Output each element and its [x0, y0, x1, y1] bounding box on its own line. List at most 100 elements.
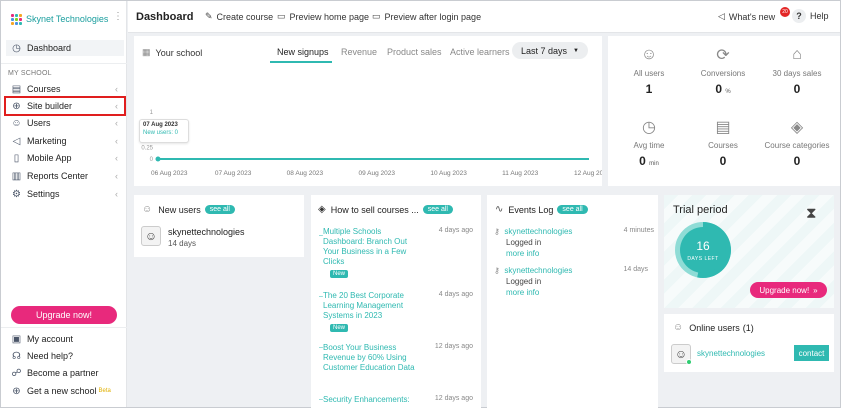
sidebar-item-reports-center[interactable]: ▥ Reports Center ‹ — [6, 168, 124, 184]
stat-avg-time[interactable]: ◷ Avg time 0 min — [614, 116, 684, 168]
upgrade-button[interactable]: Upgrade now! — [11, 306, 117, 324]
stat-label: Conversions — [700, 69, 746, 78]
preview-login-button[interactable]: ▭ Preview after login page — [372, 11, 481, 22]
button-label: What's new — [728, 11, 776, 22]
your-school-card: ▦ Your school New signups Revenue Produc… — [134, 36, 602, 186]
shopping-bag-icon: ⌂ — [792, 46, 802, 63]
stat-all-users[interactable]: ☺ All users 1 — [614, 44, 684, 96]
user-icon: ☺ — [11, 117, 22, 129]
sidebar-item-new-school[interactable]: ⊕ Get a new school Beta — [6, 383, 124, 399]
stat-label: 30 days sales — [772, 69, 822, 78]
clock-icon: ◷ — [642, 119, 656, 136]
key-icon: ⚷ — [494, 227, 500, 236]
stat-label: Avg time — [633, 141, 665, 150]
sidebar-item-need-help[interactable]: ☊ Need help? — [6, 348, 124, 364]
card-title: How to sell courses ... — [330, 204, 419, 215]
list-item[interactable]: Security Enhancements: 12 days ago — [323, 395, 473, 405]
trial-period-card: Trial period ⧗ 16 DAYS LEFT Upgrade now!… — [664, 195, 834, 308]
sidebar-item-dashboard[interactable]: ◷ Dashboard — [6, 40, 124, 56]
sidebar-item-label: Mobile App — [27, 153, 72, 163]
more-info-link[interactable]: more info — [506, 249, 654, 258]
sidebar-item-label: My account — [27, 334, 74, 344]
brand[interactable]: Skynet Technologies — [11, 12, 108, 26]
stat-courses[interactable]: ▤ Courses 0 — [688, 116, 758, 168]
card-header: ☺ Online users (1) — [673, 322, 754, 333]
tag-icon: ◈ — [790, 119, 804, 136]
more-vertical-icon[interactable]: ⋮ — [113, 11, 123, 22]
list-item[interactable]: Multiple Schools Dashboard: Branch Out Y… — [323, 227, 473, 278]
see-all-button[interactable]: see all — [422, 205, 453, 214]
double-chevron-right-icon: » — [813, 285, 818, 295]
card-title: Online users — [689, 322, 740, 333]
sidebar-item-label: Need help? — [27, 351, 74, 361]
list-item[interactable]: The 20 Best Corporate Learning Managemen… — [323, 291, 473, 332]
sidebar-item-label: Become a partner — [27, 368, 99, 378]
sidebar-item-label: Users — [27, 118, 51, 128]
sidebar-item-label: Dashboard — [27, 43, 72, 53]
article-link[interactable]: Boost Your Business Revenue by 60% Using… — [323, 343, 418, 373]
more-info-link[interactable]: more info — [506, 288, 654, 297]
topbar: Dashboard ✎ Create course ▭ Preview home… — [128, 1, 840, 33]
sidebar-item-become-partner[interactable]: ☍ Become a partner — [6, 365, 124, 381]
online-user-link[interactable]: skynettechnologies — [697, 349, 765, 358]
card-title: Trial period — [673, 204, 728, 216]
create-course-button[interactable]: ✎ Create course — [205, 11, 273, 22]
brand-name: Skynet Technologies — [26, 14, 109, 24]
sidebar-item-label: Reports Center — [27, 171, 89, 181]
course-list-icon: ▤ — [715, 119, 731, 136]
user-icon: ☺ — [673, 322, 684, 333]
sidebar-item-users[interactable]: ☺ Users ‹ — [6, 115, 124, 131]
tooltip-date: 07 Aug 2023 — [143, 122, 178, 128]
gear-icon: ⚙ — [12, 188, 21, 200]
event-user-link[interactable]: skynettechnologies — [504, 266, 572, 275]
contact-button[interactable]: contact — [794, 345, 829, 361]
y-tick-label: 0 — [150, 157, 154, 163]
stat-course-categories[interactable]: ◈ Course categories 0 — [762, 116, 832, 168]
chart-tooltip: 07 Aug 2023 New users: 0 — [139, 119, 189, 143]
list-item[interactable]: Boost Your Business Revenue by 60% Using… — [323, 343, 473, 373]
whats-new-button[interactable]: ◁ What's new — [718, 11, 775, 22]
days-left-value: 16 — [696, 239, 710, 253]
event-action: Logged in — [506, 277, 542, 286]
divider — [1, 63, 127, 64]
plus-circle-icon: ⊕ — [12, 385, 21, 397]
stat-value: 1 — [645, 82, 653, 96]
sidebar: Skynet Technologies ⋮ ◷ Dashboard MY SCH… — [1, 1, 127, 407]
y-tick-label: 0.25 — [141, 145, 153, 151]
avatar: ☺ — [141, 226, 161, 246]
article-link[interactable]: The 20 Best Corporate Learning Managemen… — [323, 291, 418, 321]
upgrade-button[interactable]: Upgrade now! » — [750, 282, 827, 298]
days-left-label: DAYS LEFT — [687, 256, 719, 262]
sidebar-item-marketing[interactable]: ◁ Marketing ‹ — [6, 133, 124, 149]
stat-conversions[interactable]: ⟳ Conversions 0 % — [688, 44, 758, 96]
stat-30-days-sales[interactable]: ⌂ 30 days sales 0 — [762, 44, 832, 96]
edit-icon: ✎ — [205, 11, 213, 21]
help-button[interactable]: ? Help — [792, 9, 829, 23]
chevron-left-icon: ‹ — [115, 101, 118, 111]
card-header: ◈ How to sell courses ... see all — [318, 204, 453, 215]
sidebar-item-site-builder[interactable]: ⊕ Site builder ‹ — [4, 96, 126, 116]
button-label: Create course — [216, 11, 274, 22]
see-all-button[interactable]: see all — [204, 205, 235, 214]
card-header: ☺ New users see all — [142, 204, 235, 215]
article-link[interactable]: Security Enhancements: — [323, 395, 418, 405]
sidebar-item-my-account[interactable]: ▣ My account — [6, 331, 124, 347]
event-user-link[interactable]: skynettechnologies — [504, 227, 572, 236]
article-age: 4 days ago — [438, 291, 473, 298]
sidebar-item-mobile-app[interactable]: ▯ Mobile App ‹ — [6, 150, 124, 166]
courses-icon: ▤ — [11, 83, 22, 95]
new-users-card: ☺ New users see all ☺ skynettechnologies… — [134, 195, 304, 257]
article-link[interactable]: Multiple Schools Dashboard: Branch Out Y… — [323, 227, 418, 267]
sidebar-item-settings[interactable]: ⚙ Settings ‹ — [6, 186, 124, 202]
avatar: ☺ — [671, 344, 692, 365]
sidebar-item-courses[interactable]: ▤ Courses ‹ — [6, 81, 124, 97]
stats-card: ☺ All users 1 ⟳ Conversions 0 % ⌂ 30 day… — [608, 36, 840, 186]
x-tick-label: 12 Aug 2023 — [574, 170, 602, 177]
account-icon: ▣ — [11, 333, 22, 345]
user-name[interactable]: skynettechnologies — [168, 227, 245, 237]
new-badge: New — [330, 324, 349, 332]
preview-home-button[interactable]: ▭ Preview home page — [277, 11, 369, 22]
help-icon: ? — [792, 9, 806, 23]
see-all-button[interactable]: see all — [557, 205, 588, 214]
events-log-card: ∿ Events Log see all ⚷ skynettechnologie… — [487, 195, 658, 408]
